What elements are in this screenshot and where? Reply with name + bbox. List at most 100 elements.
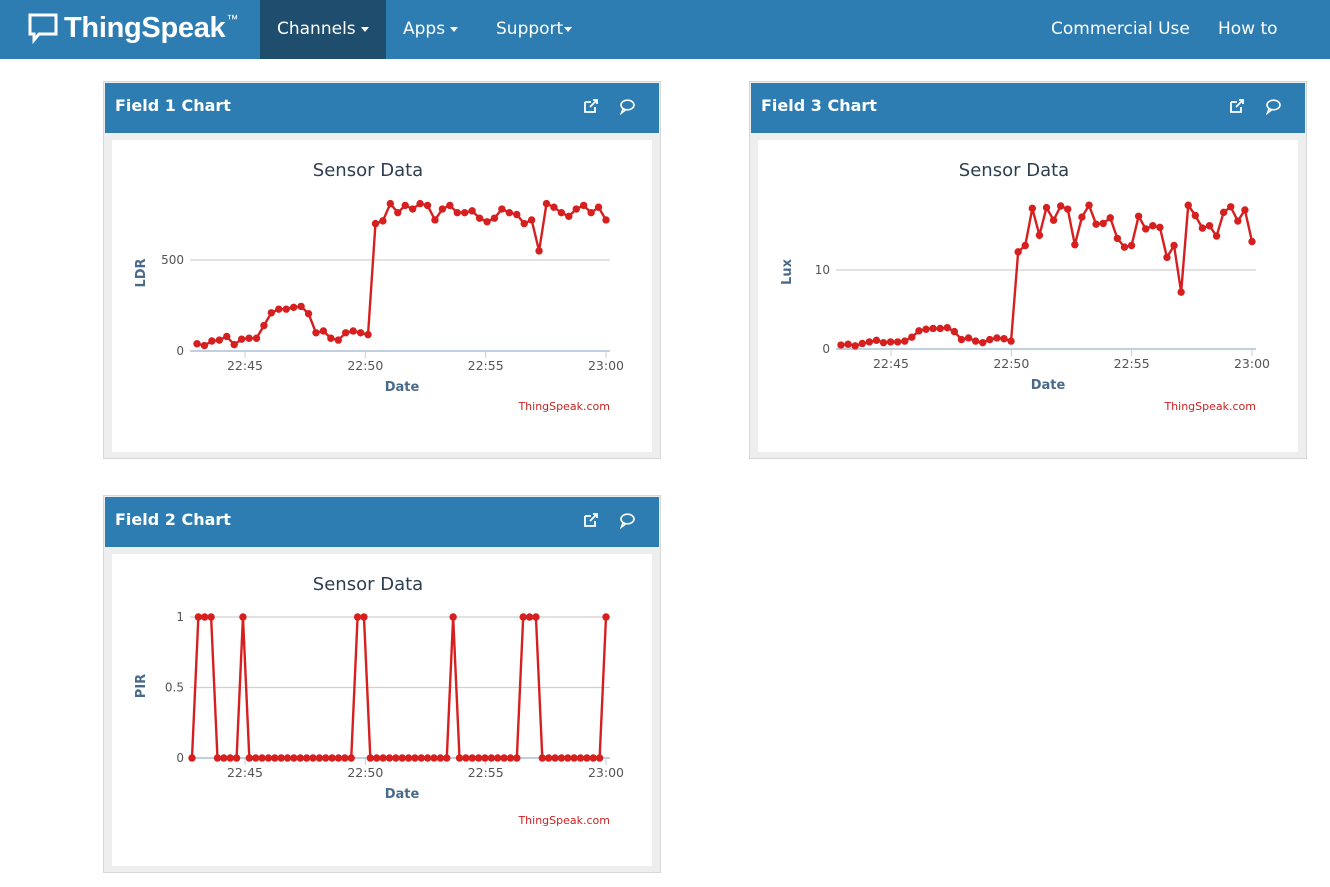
data-point: [373, 754, 381, 762]
data-point: [851, 342, 859, 350]
data-point: [1014, 248, 1022, 256]
data-point: [315, 754, 324, 762]
data-point: [950, 327, 959, 336]
data-point: [494, 754, 502, 762]
data-point: [208, 337, 216, 345]
data-point: [1056, 202, 1065, 210]
data-point: [251, 754, 260, 762]
panel-title: Field 2 Chart: [115, 510, 231, 529]
data-point: [500, 754, 508, 762]
data-point: [474, 754, 483, 762]
data-point: [215, 336, 224, 344]
data-point: [1241, 206, 1249, 214]
data-point: [993, 334, 1001, 342]
data-point: [267, 309, 276, 317]
data-point: [319, 327, 328, 335]
data-point: [449, 613, 457, 621]
brand-trademark: ™: [226, 12, 239, 26]
data-point: [404, 754, 413, 762]
data-point: [1248, 237, 1256, 246]
data-point: [483, 218, 491, 226]
data-point: [1184, 201, 1192, 209]
data-point: [245, 334, 253, 342]
panel-header: Field 3 Chart: [751, 83, 1305, 133]
comment-icon[interactable]: [618, 511, 636, 529]
data-point: [1219, 208, 1228, 217]
data-point: [366, 754, 375, 762]
data-point: [252, 334, 261, 342]
data-point: [356, 329, 365, 337]
comment-icon[interactable]: [1264, 97, 1282, 115]
comment-icon[interactable]: [618, 97, 636, 115]
thingspeak-logo[interactable]: ThingSpeak ™: [28, 10, 238, 46]
y-axis-label: LDR: [134, 258, 149, 287]
data-point: [194, 613, 203, 621]
data-point: [943, 323, 951, 332]
data-point: [364, 330, 372, 339]
data-point: [1042, 203, 1051, 212]
nav-commercial-use[interactable]: Commercial Use: [1034, 0, 1207, 59]
data-point: [462, 754, 470, 762]
data-point: [275, 305, 283, 313]
data-point: [481, 754, 489, 762]
x-tick-label: 22:55: [468, 358, 504, 373]
data-point: [1049, 216, 1058, 224]
x-axis-label: Date: [385, 787, 420, 802]
data-point: [322, 754, 330, 762]
x-tick-label: 22:50: [347, 358, 383, 373]
y-axis-label: PIR: [134, 674, 149, 698]
data-point: [290, 754, 298, 762]
x-axis-label: Date: [385, 380, 420, 395]
data-point: [936, 324, 944, 333]
data-point: [392, 754, 400, 762]
data-point: [915, 327, 923, 335]
chart-title: Sensor Data: [959, 160, 1069, 181]
data-point: [436, 754, 445, 762]
caret-down-icon: [360, 26, 369, 32]
field-2-chart-panel: Field 2 Chart Sensor Data 0 0.5 1 22:45 22:50…: [103, 495, 661, 873]
x-tick-label: 22:50: [993, 356, 1029, 371]
data-point: [922, 325, 930, 333]
data-point: [1234, 217, 1242, 225]
nav-how-to-buy[interactable]: How to Buy: [1201, 0, 1330, 98]
nav-support[interactable]: Support: [479, 0, 589, 59]
data-point: [602, 216, 610, 224]
data-point: [858, 339, 866, 348]
data-point: [1035, 231, 1044, 239]
data-point: [1092, 220, 1100, 228]
data-point: [264, 754, 273, 762]
external-link-icon[interactable]: [582, 511, 600, 529]
external-link-icon[interactable]: [582, 97, 600, 115]
data-point: [525, 613, 534, 621]
nav-apps-label: Apps: [403, 19, 446, 39]
panel-header: Field 2 Chart: [105, 497, 659, 547]
data-point: [1064, 205, 1072, 213]
data-point: [304, 309, 313, 318]
chart-area: Sensor Data 0 500 22:45 22:50 22:55 23:00 Date L…: [112, 140, 652, 452]
data-point: [513, 754, 521, 762]
nav-apps[interactable]: Apps: [386, 0, 475, 59]
data-point: [296, 754, 304, 762]
data-point: [379, 754, 387, 762]
nav-channels[interactable]: Channels: [260, 0, 386, 59]
data-point: [587, 208, 595, 217]
series-line: [196, 201, 608, 347]
data-point: [1028, 204, 1037, 213]
field-1-chart-panel: Field 1 Chart Sensor Data 0 500 22:45 22:50 2…: [103, 81, 661, 459]
line-chart: Sensor Data 0 500 22:45 22:50 22:55 23:00 Date L…: [134, 160, 624, 413]
data-point: [207, 613, 215, 621]
data-point: [520, 219, 528, 228]
brand-name: ThingSpeak: [64, 11, 226, 44]
data-point: [446, 201, 454, 210]
y-tick-label: 500: [161, 253, 184, 267]
data-point: [1177, 288, 1185, 296]
data-point: [289, 303, 298, 312]
data-point: [342, 329, 350, 337]
data-point: [188, 754, 196, 762]
data-point: [349, 327, 357, 335]
external-link-icon[interactable]: [1228, 97, 1246, 115]
data-point: [371, 219, 380, 228]
data-point: [1163, 253, 1171, 262]
data-point: [1085, 201, 1093, 209]
data-point: [886, 338, 895, 346]
